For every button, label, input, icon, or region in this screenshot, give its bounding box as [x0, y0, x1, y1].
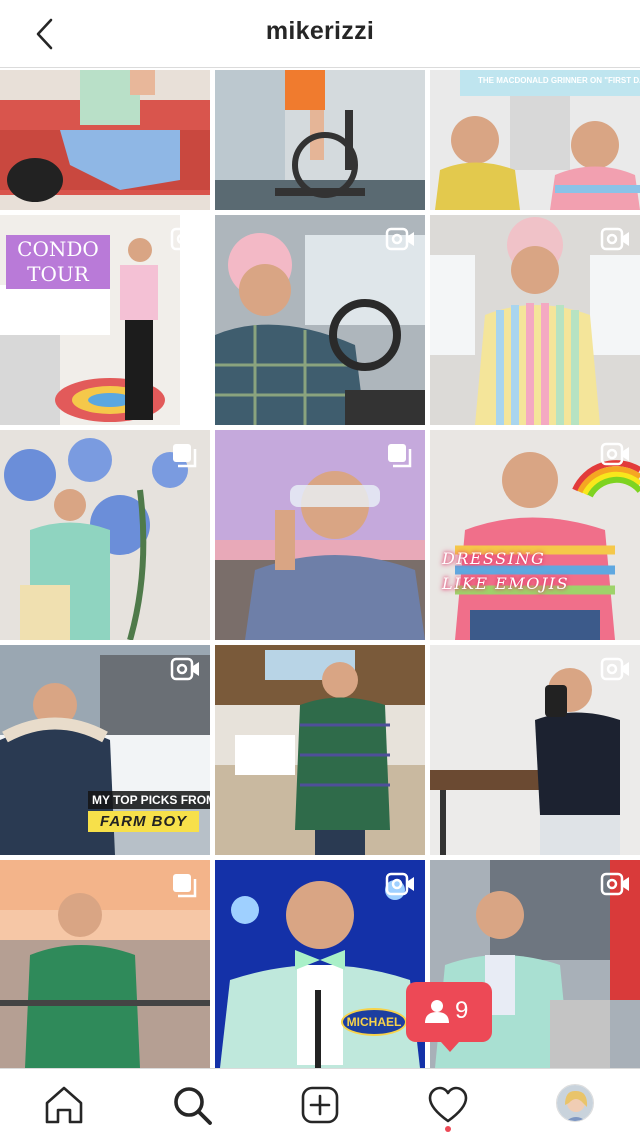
video-icon: [170, 227, 199, 251]
video-icon: [600, 872, 629, 896]
bottom-navigation: [0, 1068, 640, 1138]
post-tile[interactable]: [215, 430, 425, 640]
nav-search[interactable]: [170, 1083, 214, 1127]
post-thumbnail: [215, 645, 425, 855]
post-tile[interactable]: THE MACDONALD GRINNER ON "FIRST DAY": [430, 70, 640, 210]
video-icon: [600, 657, 629, 681]
activity-indicator-dot: [445, 1126, 451, 1132]
video-icon: [600, 227, 629, 251]
post-tile[interactable]: [0, 430, 210, 640]
post-tile[interactable]: [215, 215, 425, 425]
video-icon: [385, 227, 414, 251]
post-tile[interactable]: DRESSING LIKE EMOJIS: [430, 430, 640, 640]
top-bar: mikerizzi: [0, 0, 640, 68]
post-caption-text: CONDO TOUR: [17, 237, 99, 286]
post-tile[interactable]: [430, 215, 640, 425]
nav-activity[interactable]: [426, 1083, 470, 1127]
post-tile[interactable]: [215, 70, 425, 210]
post-tile[interactable]: MICHAEL: [215, 860, 425, 1068]
post-thumbnail: [215, 70, 425, 210]
post-tile[interactable]: [430, 645, 640, 855]
activity-heart-icon: [428, 1086, 468, 1123]
user-icon: [425, 1000, 449, 1023]
carousel-icon: [173, 444, 197, 468]
carousel-icon: [173, 874, 197, 898]
notification-count: 9: [455, 997, 469, 1024]
post-tile[interactable]: CONDO TOUR: [0, 215, 210, 425]
video-icon: [385, 872, 414, 896]
nav-new-post[interactable]: [298, 1083, 342, 1127]
add-post-icon: [301, 1086, 339, 1124]
post-caption-top: MY TOP PICKS FROM: [88, 791, 210, 809]
post-banner-text: THE MACDONALD GRINNER ON "FIRST DAY": [478, 76, 640, 85]
posts-grid: THE MACDONALD GRINNER ON "FIRST DAY" CON…: [0, 70, 640, 1068]
contestant-name-tag: MICHAEL: [341, 1008, 407, 1036]
follower-notification-bubble[interactable]: 9: [406, 982, 492, 1052]
nav-profile-avatar[interactable]: [556, 1084, 594, 1122]
post-caption-text: DRESSING LIKE EMOJIS: [442, 549, 570, 593]
carousel-icon: [388, 444, 412, 468]
home-icon: [45, 1086, 83, 1124]
post-tile[interactable]: [0, 70, 210, 210]
profile-username: mikerizzi: [265, 17, 375, 45]
nav-home[interactable]: [42, 1083, 86, 1127]
post-thumbnail: THE MACDONALD GRINNER ON "FIRST DAY": [430, 70, 640, 210]
post-caption-bottom: FARM BOY: [88, 811, 200, 832]
video-icon: [600, 442, 629, 466]
video-icon: [170, 657, 199, 681]
post-tile[interactable]: [0, 860, 210, 1068]
post-tile[interactable]: MY TOP PICKS FROM FARM BOY: [0, 645, 210, 855]
search-icon: [174, 1087, 212, 1125]
post-tile[interactable]: [215, 645, 425, 855]
post-thumbnail: [0, 70, 210, 210]
